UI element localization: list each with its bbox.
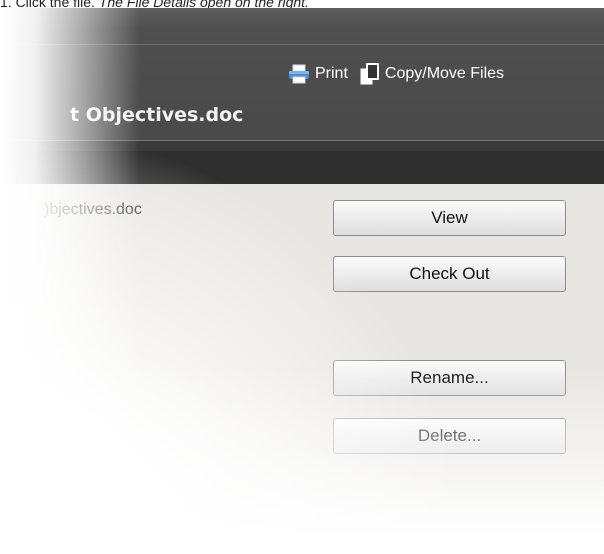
header-toolbar: Print Copy/Move Files xyxy=(288,63,516,85)
file-details-panel: )bjectives.doc View Check Out Rename... … xyxy=(0,184,604,554)
view-button[interactable]: View xyxy=(333,200,566,236)
copy-icon xyxy=(360,63,379,85)
delete-button[interactable]: Delete... xyxy=(333,418,566,454)
print-button[interactable]: Print xyxy=(288,64,348,84)
header-divider xyxy=(0,44,604,45)
file-title: t Objectives.doc xyxy=(70,104,244,126)
copy-move-files-button[interactable]: Copy/Move Files xyxy=(360,63,504,85)
print-label: Print xyxy=(315,65,348,82)
header-band-dark xyxy=(0,151,604,184)
file-header: Print Copy/Move Files t Objectives.doc xyxy=(0,8,604,184)
header-band xyxy=(0,141,604,151)
rename-button[interactable]: Rename... xyxy=(333,360,566,396)
file-name: )bjectives.doc xyxy=(44,201,142,218)
file-details-window: Print Copy/Move Files t Objectives.doc )… xyxy=(0,8,604,554)
printer-icon xyxy=(289,64,309,84)
check-out-button[interactable]: Check Out xyxy=(333,256,566,292)
copy-move-label: Copy/Move Files xyxy=(384,65,505,82)
